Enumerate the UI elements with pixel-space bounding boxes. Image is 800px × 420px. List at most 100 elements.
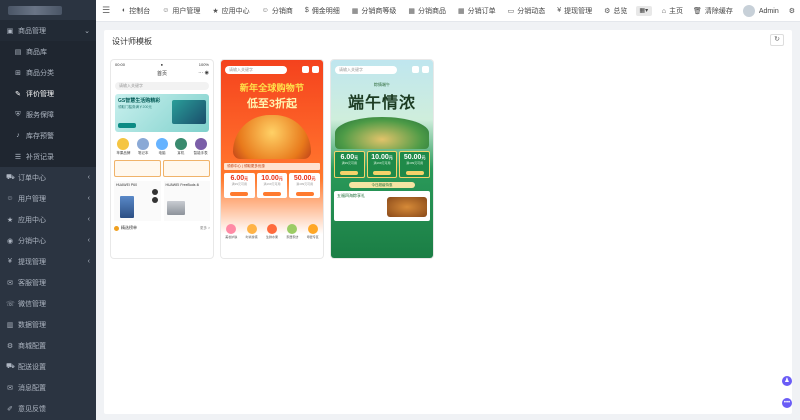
sidebar-item-label: 分销中心 xyxy=(18,237,46,245)
category-icon xyxy=(174,138,187,150)
top-nav-item[interactable]: ☺ 分销商 xyxy=(256,0,299,22)
top-nav-item[interactable]: ▦ 分销商品 xyxy=(402,0,452,22)
deal-ribbon: 今日超级特惠 xyxy=(349,182,415,188)
clear-cache-link[interactable]: 🗑 清除缓存 xyxy=(688,6,738,16)
festival-title: 端午情浓 xyxy=(347,93,416,112)
coupon-desc: 满499元可用 xyxy=(296,182,314,186)
sidebar-item[interactable]: ✉ 客服管理 xyxy=(0,272,96,293)
sidebar-item[interactable]: ☰ 补货记录 xyxy=(0,146,96,167)
top-nav-item[interactable]: ¥ 提现管理 xyxy=(551,0,598,22)
top-nav-item[interactable]: ▭ 分销动态 xyxy=(502,0,552,22)
coupon-value: 50.00元 xyxy=(293,175,316,182)
sidebar-item[interactable]: ☏ 微信管理 xyxy=(0,293,96,314)
sidebar-item[interactable]: ★ 应用中心 ‹ xyxy=(0,209,96,230)
wechat-icon: ☏ xyxy=(6,300,15,308)
sidebar-item-label: 意见反馈 xyxy=(18,405,46,413)
product-card: HUAWEI P60 xyxy=(114,181,161,221)
grid-menu-button[interactable]: ▦▾ xyxy=(631,6,657,16)
earbuds-image xyxy=(151,189,158,203)
top-right-actions: ▦▾ ⌂ 主页 🗑 清除缓存 Admin ⚙ xyxy=(631,0,800,22)
category-item: 苹果品牌 xyxy=(116,138,130,156)
chat-float-icon[interactable]: ••• xyxy=(782,398,792,408)
sidebar-item[interactable]: ✎ 评价管理 xyxy=(0,83,96,104)
template-card-2[interactable]: 请输入关键字 新年全球购物节 低至3折起 领券中心 | 领取更多优惠 6.00元… xyxy=(221,60,323,258)
bell-icon: ♪ xyxy=(16,132,20,139)
sidebar-item[interactable]: ▤ 商品库 xyxy=(0,41,96,62)
assistant-float-icon[interactable]: ♟ xyxy=(782,376,792,386)
sidebar-item[interactable]: ⛟ 配送设置 xyxy=(0,356,96,377)
sidebar-item[interactable]: ✐ 意见反馈 xyxy=(0,398,96,419)
coupon-desc: 满499元可用 xyxy=(406,161,424,165)
section-header: 精选榜单 更多 > xyxy=(114,225,210,231)
hamburger-icon[interactable]: ☰ xyxy=(96,5,116,16)
banner-devices-image xyxy=(172,100,206,124)
promo-headline: 新年全球购物节 xyxy=(239,83,305,93)
sidebar-item[interactable]: ⊞ 商品分类 xyxy=(0,62,96,83)
top-nav-item[interactable]: ◐ 控制台 xyxy=(116,0,156,22)
more-icon: ··· ◉ xyxy=(198,70,209,76)
coupon-claim-button xyxy=(373,171,391,175)
coupon-card: 10.00元 满199元可用 xyxy=(256,173,288,198)
sidebar-item[interactable]: ☺ 用户管理 ‹ xyxy=(0,188,96,209)
top-nav-item[interactable]: ▦ 分销商等级 xyxy=(346,0,403,22)
template-card-1[interactable]: 00:00 ● 100% 首页 ··· ◉ 请输入关键字 GS智慧生活购精彩 领… xyxy=(111,60,213,258)
product-title: HUAWEI FreeBuds 4i xyxy=(165,183,200,187)
top-nav-item[interactable]: ★ 应用中心 xyxy=(206,0,255,22)
top-nav-item[interactable]: $ 佣金明细 xyxy=(299,0,346,22)
top-nav-item[interactable]: ☺ 用户管理 xyxy=(156,0,206,22)
coupon-card: 6.00元 满99元可用 xyxy=(334,151,365,178)
sidebar-item[interactable]: ⛟ 订单中心 ‹ xyxy=(0,167,96,188)
top-nav-item[interactable]: ▦ 分销订单 xyxy=(452,0,502,22)
sidebar-item-label: 补货记录 xyxy=(26,153,54,161)
banner: GS智慧生活购精彩 领取门槛券满￥200元 xyxy=(115,94,209,132)
sidebar-item-label: 微信管理 xyxy=(18,300,46,308)
coupon-desc: 满199元可用 xyxy=(373,161,391,165)
category-item: 智能手表 xyxy=(194,138,208,156)
refresh-button[interactable]: ↻ xyxy=(770,34,784,46)
sidebar-item[interactable]: ▥ 数据管理 xyxy=(0,314,96,335)
top-nav-label: 分销商等级 xyxy=(361,7,397,15)
chevron-icon: ‹ xyxy=(87,195,90,202)
sidebar-item[interactable]: ¥ 提现管理 ‹ xyxy=(0,251,96,272)
admin-label: Admin xyxy=(758,7,779,15)
top-nav-item[interactable]: ⚙ 总览 xyxy=(598,0,633,22)
top-nav-label: 佣金明细 xyxy=(311,7,340,15)
phone-search: 请输入关键字 xyxy=(335,66,397,74)
home-link[interactable]: ⌂ 主页 xyxy=(657,6,688,16)
phone-product-image xyxy=(120,196,134,218)
sidebar-item[interactable]: ◉ 分销中心 ‹ xyxy=(0,230,96,251)
coupon-value: 6.00元 xyxy=(340,154,359,161)
category-item: 笔记本 xyxy=(137,138,150,156)
category-label: 电脑 xyxy=(158,151,166,155)
clear-cache-label: 清除缓存 xyxy=(704,8,733,15)
phone-header-title: 首页 xyxy=(156,70,167,77)
promo-card: 五福四海粽享礼 xyxy=(334,191,430,221)
category-icon xyxy=(266,224,277,234)
sidebar-item-label: 配送设置 xyxy=(18,363,46,371)
settings-icon: ⚙ xyxy=(6,342,14,350)
zongzi-image xyxy=(387,197,427,217)
sidebar-item[interactable]: ✉ 消息配置 xyxy=(0,377,96,398)
top-nav-label: 分销商 xyxy=(271,7,293,15)
coupon-claim-button xyxy=(405,171,424,175)
sidebar-item[interactable]: ♪ 库存预警 xyxy=(0,125,96,146)
chevron-down-icon: ⌄ xyxy=(84,27,90,35)
admin-menu[interactable]: Admin xyxy=(738,5,784,17)
user-icon: ☺ xyxy=(261,7,269,14)
sidebar-item[interactable]: ▣ 商品管理 ⌄ xyxy=(0,20,96,41)
template-card-3[interactable]: 请输入关键字 粽情端午 端午情浓 6.00元 满99元可用 10.00元 满199元可… xyxy=(331,60,433,258)
chat-icon: ✉ xyxy=(7,279,13,287)
sidebar-item-label: 商品库 xyxy=(26,48,47,56)
category-icon xyxy=(194,138,207,150)
coupon-desc: 满99元可用 xyxy=(341,161,357,165)
sidebar-item[interactable]: ⛨ 服务保障 xyxy=(0,104,96,125)
settings-button[interactable]: ⚙ xyxy=(784,7,800,15)
camera-dot: ● xyxy=(160,61,164,67)
sidebar-item[interactable]: ⚙ 商城配置 xyxy=(0,335,96,356)
chevron-icon: ‹ xyxy=(87,174,90,181)
template-panel: 设计师模板 ↻ 00:00 ● 100% 首页 ··· ◉ 请输入关键字 GS智… xyxy=(104,30,792,414)
sidebar-item-label: 商城配置 xyxy=(18,342,46,350)
sidebar-item-label: 提现管理 xyxy=(18,258,46,266)
chevron-icon: ‹ xyxy=(87,258,90,265)
top-nav: ◐ 控制台 ☺ 用户管理 ★ 应用中心 ☺ 分销商 $ 佣金明细 ▦ 分销商等级 ▦ 分销商品 ▦ 分销订单 ▭… xyxy=(116,0,633,22)
